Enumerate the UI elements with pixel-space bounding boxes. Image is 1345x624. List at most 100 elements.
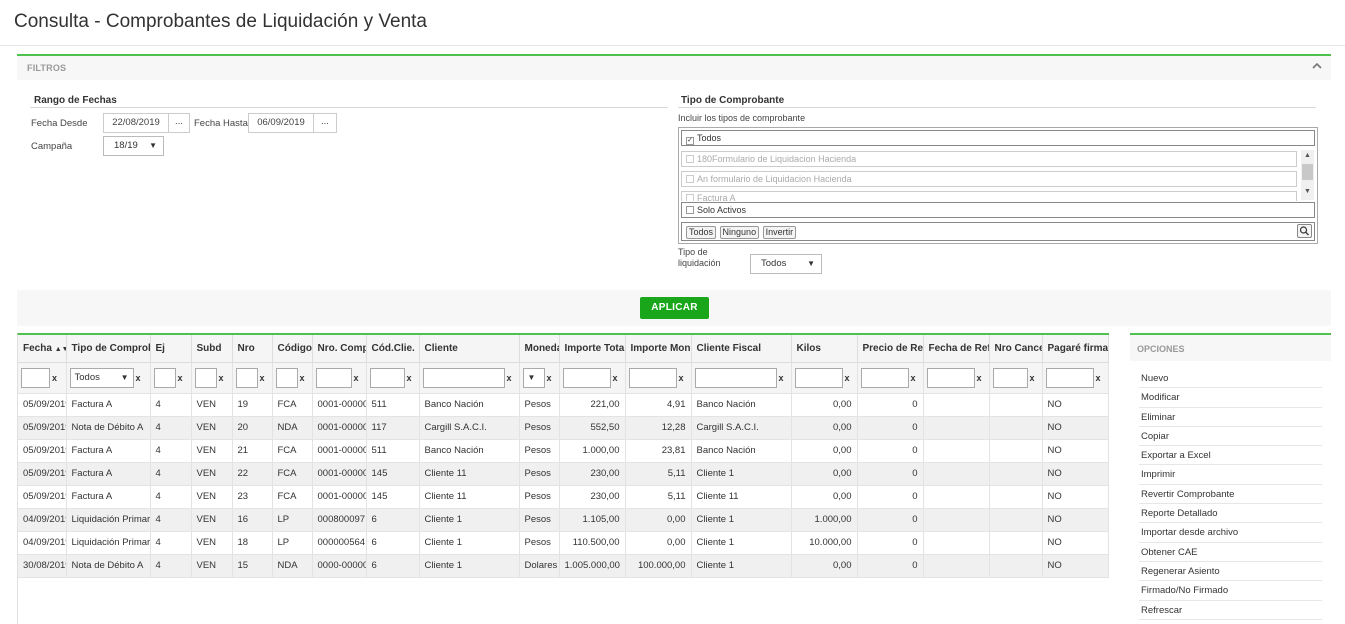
column-header[interactable]: Kilos [791,335,858,363]
table-row[interactable]: 04/09/2019 Liquidación Primaria 4 VEN 18 LP 00… [18,531,1109,555]
filters-header[interactable]: FILTROS [27,63,66,73]
column-header[interactable]: Moneda [519,335,560,363]
column-filter-input[interactable] [794,367,843,388]
checkbox-icon[interactable] [686,175,694,183]
clear-filter-button[interactable]: x [260,373,265,383]
option-item[interactable]: Exportar a Excel [1139,446,1322,466]
column-filter-input[interactable] [369,367,405,388]
clear-filter-button[interactable]: x [178,373,183,383]
column-header[interactable]: Fecha de Referencia [923,335,990,363]
column-filter-select[interactable]: ▼ [522,367,545,388]
table-row[interactable]: 05/09/2019Factura A4VEN23FCA0001-0000002… [18,485,1109,509]
clear-filter-button[interactable]: x [547,373,552,383]
column-header[interactable]: Nro [232,335,273,363]
apply-button[interactable]: APLICAR [640,297,709,319]
option-item[interactable]: Revertir Comprobante [1139,485,1322,505]
option-item[interactable]: Refrescar [1139,601,1322,620]
clear-filter-button[interactable]: x [845,373,850,383]
column-header[interactable]: Cliente Fiscal [691,335,792,363]
option-item[interactable]: Modificar [1139,388,1322,408]
table-row[interactable]: 05/09/2019 Nota de Débito A 4 VEN 20 NDA 0001-… [18,416,1109,440]
clear-filter-button[interactable]: x [977,373,982,383]
option-item[interactable]: Imprimir [1139,465,1322,485]
column-header[interactable]: Código [272,335,313,363]
clear-filter-button[interactable]: x [407,373,412,383]
clear-filter-button[interactable]: x [613,373,618,383]
checkbox-icon[interactable] [686,206,694,214]
column-filter-input[interactable] [926,367,975,388]
column-header[interactable]: Cód.Clie. [366,335,420,363]
column-header[interactable]: Pagaré firmado [1042,335,1109,363]
column-filter-input[interactable] [628,367,677,388]
column-header[interactable]: Precio de Referencia [857,335,924,363]
option-item[interactable]: Obtener CAE [1139,543,1322,562]
select-todos-button[interactable]: Todos [686,226,717,239]
clear-filter-button[interactable]: x [1096,373,1101,383]
table-row[interactable]: 04/09/2019 Liquidación Primaria 4 VEN 16 LP 00… [18,508,1109,532]
column-header[interactable]: Importe Moneda [625,335,692,363]
clear-filter-button[interactable]: x [354,373,359,383]
tipo-option[interactable]: 180Formulario de Liquidacion Hacienda [681,151,1297,167]
tipo-option[interactable]: An formulario de Liquidacion Hacienda [681,171,1297,187]
column-filter-input[interactable] [860,367,909,388]
tipo-liquidacion-select[interactable]: Todos ▼ [750,254,822,274]
column-filter-input[interactable] [1045,367,1094,388]
column-filter-input[interactable] [422,367,505,388]
column-filter-input[interactable] [315,367,352,388]
scroll-up-icon[interactable]: ▲ [1304,152,1311,159]
select-invertir-button[interactable]: Invertir [762,226,797,239]
scroll-down-icon[interactable]: ▼ [1304,188,1311,195]
column-header[interactable]: Cliente [419,335,520,363]
option-item[interactable]: Reporte Detallado [1139,504,1322,524]
column-header[interactable]: Importe Total [559,335,626,363]
tipo-scrollbar[interactable]: ▲ ▼ [1301,150,1314,200]
clear-filter-button[interactable]: x [779,373,784,383]
clear-filter-button[interactable]: x [679,373,684,383]
column-filter-input[interactable] [275,367,298,388]
solo-activos-checkbox[interactable]: Solo Activos [681,202,1315,218]
option-item[interactable]: Nuevo [1139,369,1322,389]
checkbox-icon[interactable] [686,155,694,163]
table-row[interactable]: 05/09/2019Factura A4VEN19FCA0001-0000001… [18,393,1109,417]
clear-filter-button[interactable]: x [300,373,305,383]
column-filter-input[interactable] [21,367,50,388]
clear-filter-button[interactable]: x [52,373,57,383]
column-filter-select[interactable]: Todos ▼ [69,367,134,388]
column-filter-input[interactable] [153,367,176,388]
clear-filter-button[interactable]: x [911,373,916,383]
checkbox-checked-icon[interactable]: ✓ [686,137,694,145]
chevron-up-icon[interactable] [1311,60,1323,72]
clear-filter-button[interactable]: x [136,373,141,383]
column-header[interactable]: Nro. Comprobante [312,335,367,363]
select-ninguno-button[interactable]: Ninguno [719,226,760,239]
column-header[interactable]: Subd [191,335,233,363]
fecha-hasta-input[interactable]: 06/09/2019 [248,113,314,133]
option-item[interactable]: Copiar [1139,427,1322,447]
clear-filter-button[interactable]: x [507,373,512,383]
column-header[interactable]: Tipo de Comprobante [66,335,151,363]
column-header[interactable]: Fecha ▲▼ [18,335,67,363]
sort-desc-icon[interactable]: ▲▼ [55,346,65,353]
column-filter-input[interactable] [562,367,611,388]
fecha-desde-picker-button[interactable]: ... [168,113,190,133]
fecha-hasta-picker-button[interactable]: ... [313,113,337,133]
fecha-desde-input[interactable]: 22/08/2019 [103,113,169,133]
option-item[interactable]: Regenerar Asiento [1139,562,1322,582]
option-item[interactable]: Eliminar [1139,408,1322,427]
option-item[interactable]: Importar desde archivo [1139,523,1322,543]
column-filter-input[interactable] [194,367,217,388]
table-row[interactable]: 05/09/2019Factura A4VEN22FCA0001-0000002… [18,462,1109,486]
column-header[interactable]: Nro Cancelación [989,335,1043,363]
campana-select[interactable]: 18/19 ▼ [103,136,164,156]
clear-filter-button[interactable]: x [1030,373,1035,383]
column-filter-input[interactable] [235,367,258,388]
tipo-option-todos[interactable]: ✓ Todos [681,130,1315,146]
checkbox-icon[interactable] [686,194,694,201]
table-row[interactable]: 30/08/2019 Nota de Débito A 4 VEN 15 NDA 0000-… [18,554,1109,578]
search-icon[interactable] [1297,224,1312,238]
column-header[interactable]: Ej [150,335,192,363]
tipo-option[interactable]: Factura A [681,191,1297,201]
scroll-thumb[interactable] [1302,164,1313,180]
option-item[interactable]: Firmado/No Firmado [1139,581,1322,601]
clear-filter-button[interactable]: x [219,373,224,383]
